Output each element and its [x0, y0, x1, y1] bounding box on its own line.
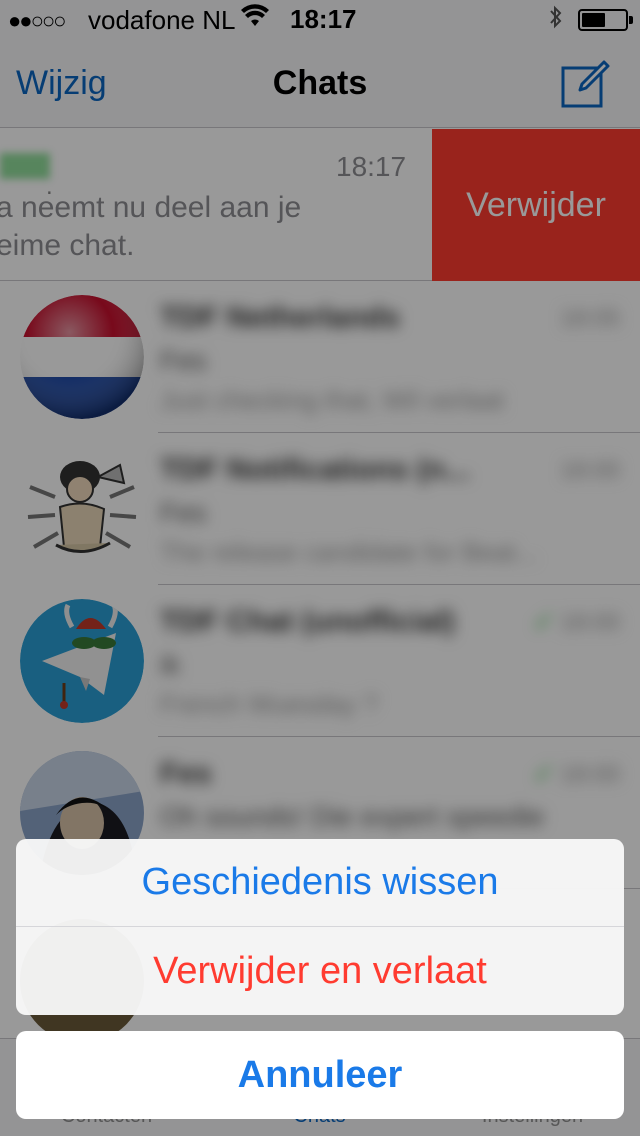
action-sheet: Geschiedenis wissen Verwijder en verlaat	[16, 839, 624, 1015]
delete-and-leave-button[interactable]: Verwijder en verlaat	[16, 927, 624, 1015]
cancel-button[interactable]: Annuleer	[16, 1031, 624, 1119]
clear-history-button[interactable]: Geschiedenis wissen	[16, 839, 624, 927]
